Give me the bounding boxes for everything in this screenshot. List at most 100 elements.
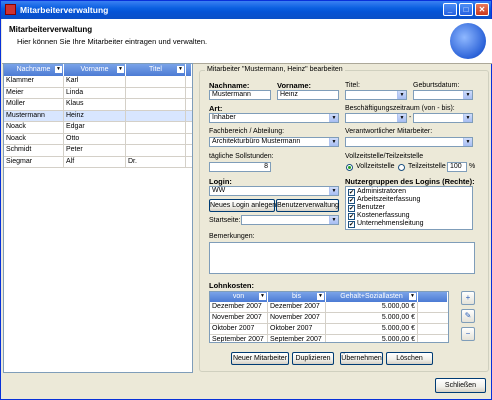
chevron-down-icon: ▼ <box>397 114 406 122</box>
vorname-label: Vorname: <box>277 81 312 90</box>
login-label: Login: <box>209 177 232 186</box>
duplizieren-button[interactable]: Duplizieren <box>292 352 334 365</box>
filter-icon[interactable]: ▼ <box>259 293 266 300</box>
geburtsdatum-field[interactable]: ▼ <box>413 90 473 100</box>
filter-icon[interactable]: ▼ <box>409 293 416 300</box>
chevron-down-icon: ▼ <box>329 114 338 122</box>
art-select[interactable]: Inhaber ▼ <box>209 113 339 123</box>
filter-icon[interactable]: ▼ <box>317 293 324 300</box>
nutzergruppen-label: Nutzergruppen des Logins (Rechte): <box>345 177 475 186</box>
verantwortlich-label: Verantwortlicher Mitarbeiter: <box>345 128 433 135</box>
table-row[interactable]: September 2007 September 2007 5.000,00 € <box>210 335 448 342</box>
teilzeit-option-label: Teilzeitstelle <box>408 163 446 170</box>
geburtsdatum-label: Geburtsdatum: <box>413 82 460 89</box>
window-title: Mitarbeiterverwaltung <box>20 5 109 15</box>
checkbox-arbeitszeiterfassung[interactable]: ✔ <box>348 197 355 204</box>
module-logo-icon <box>450 23 486 59</box>
column-header-gehalt[interactable]: Gehalt+Soziallasten ▼ <box>326 292 418 302</box>
delete-row-icon[interactable]: − <box>461 327 475 341</box>
nutzergruppen-list: ✔ Administratoren ✔ Arbeitszeiterfassung ✔… <box>345 186 473 230</box>
chevron-down-icon: ▼ <box>397 91 406 99</box>
table-row[interactable]: Siegmar Alf Dr. <box>4 156 192 168</box>
table-row[interactable]: Meier Linda <box>4 87 192 99</box>
filter-icon[interactable]: ▼ <box>117 66 124 73</box>
chevron-down-icon: ▼ <box>329 138 338 146</box>
checkbox-kostenerfassung[interactable]: ✔ <box>348 213 355 220</box>
lohn-grid-header: von ▼ bis ▼ Gehalt+Soziallasten ▼ <box>210 292 448 302</box>
chevron-down-icon: ▼ <box>463 114 472 122</box>
neuer-mitarbeiter-button[interactable]: Neuer Mitarbeiter <box>231 352 289 365</box>
lohnkosten-grid: von ▼ bis ▼ Gehalt+Soziallasten ▼ Dezember … <box>209 291 449 343</box>
lohnkosten-label: Lohnkosten: <box>209 281 254 290</box>
title-bar: Mitarbeiterverwaltung _ □ ✕ <box>1 1 491 19</box>
loeschen-button[interactable]: Löschen <box>386 352 433 365</box>
login-select[interactable]: WW ▼ <box>209 186 339 196</box>
table-row[interactable]: Noack Otto <box>4 133 192 145</box>
table-row[interactable]: Klammer Karl <box>4 76 192 88</box>
bemerkungen-textarea[interactable] <box>209 242 475 274</box>
uebernehmen-button[interactable]: Übernehmen <box>340 352 383 365</box>
chevron-down-icon: ▼ <box>329 216 338 224</box>
neues-login-button[interactable]: Neues Login anlegen <box>209 199 276 212</box>
add-row-icon[interactable]: + <box>461 291 475 305</box>
filter-icon[interactable]: ▼ <box>177 66 184 73</box>
sollstunden-label: tägliche Sollstunden: <box>209 153 274 160</box>
percent-label: % <box>469 163 476 170</box>
group-legend: Mitarbeiter "Mustermann, Heinz" bearbeit… <box>205 66 345 73</box>
table-row[interactable]: Noack Edgar <box>4 122 192 134</box>
zeitraum-bis-field[interactable]: ▼ <box>413 113 473 123</box>
filter-icon[interactable]: ▼ <box>55 66 62 73</box>
titel-label: Titel: <box>345 82 360 89</box>
table-row[interactable]: Müller Klaus <box>4 99 192 111</box>
app-icon <box>5 4 16 15</box>
main-window: Mitarbeiterverwaltung _ □ ✕ Mitarbeiterv… <box>0 0 492 400</box>
startseite-label: Startseite: <box>209 217 241 224</box>
column-header-bis[interactable]: bis ▼ <box>268 292 326 302</box>
page-header: Mitarbeiterverwaltung Hier können Sie Ih… <box>2 19 492 64</box>
maximize-button[interactable]: □ <box>459 3 473 16</box>
benutzerverwaltung-button[interactable]: Benutzerverwaltung <box>276 199 339 212</box>
page-subtitle: Hier können Sie Ihre Mitarbeiter eintrag… <box>17 37 208 46</box>
table-row[interactable]: November 2007 November 2007 5.000,00 € <box>210 313 448 324</box>
close-button[interactable]: ✕ <box>475 3 489 16</box>
vorname-field[interactable]: Heinz <box>277 90 339 100</box>
fachbereich-select[interactable]: Architekturbüro Mustermann ▼ <box>209 137 339 147</box>
table-row[interactable]: Oktober 2007 Oktober 2007 5.000,00 € <box>210 324 448 335</box>
zeitraum-von-field[interactable]: ▼ <box>345 113 407 123</box>
table-row[interactable]: Dezember 2007 Dezember 2007 5.000,00 € <box>210 302 448 313</box>
chevron-down-icon: ▼ <box>463 91 472 99</box>
column-header-von[interactable]: von ▼ <box>210 292 268 302</box>
column-header-vorname[interactable]: Vorname ▼ <box>64 64 126 76</box>
checkbox-unternehmensleitung[interactable]: ✔ <box>348 221 355 228</box>
vollzeit-option-label: Vollzeitstelle <box>356 163 395 170</box>
page-title: Mitarbeiterverwaltung <box>9 25 93 34</box>
bemerkungen-label: Bemerkungen: <box>209 233 255 240</box>
nachname-label: Nachname: <box>209 81 250 90</box>
zeitraum-label: Beschäftigungszeitraum (von - bis): <box>345 105 455 112</box>
table-row[interactable]: Schmidt Peter <box>4 145 192 157</box>
chevron-down-icon: ▼ <box>463 138 472 146</box>
nachname-field[interactable]: Mustermann <box>209 90 271 100</box>
vollzeit-label: Vollzeitstelle/Teilzeitstelle <box>345 153 424 160</box>
titel-select[interactable]: ▼ <box>345 90 407 100</box>
art-label: Art: <box>209 104 223 113</box>
vollzeit-radio[interactable] <box>346 164 353 171</box>
checkbox-benutzer[interactable]: ✔ <box>348 205 355 212</box>
startseite-select[interactable]: ▼ <box>241 215 339 225</box>
schliessen-button[interactable]: Schließen <box>435 378 486 393</box>
table-row-selected[interactable]: Mustermann Heinz <box>4 110 192 122</box>
zeitraum-separator: - <box>409 114 412 121</box>
minimize-button[interactable]: _ <box>443 3 457 16</box>
fachbereich-label: Fachbereich / Abteilung: <box>209 128 285 135</box>
employee-grid: Nachname ▼ Vorname ▼ Titel ▼ Klammer Karl Me… <box>3 63 193 373</box>
column-header-titel[interactable]: Titel ▼ <box>126 64 186 76</box>
chevron-down-icon: ▼ <box>329 187 338 195</box>
checkbox-administratoren[interactable]: ✔ <box>348 189 355 196</box>
column-header-nachname[interactable]: Nachname ▼ <box>4 64 64 76</box>
verantwortlich-select[interactable]: ▼ <box>345 137 473 147</box>
sollstunden-field[interactable]: 8 <box>209 162 271 172</box>
edit-row-icon[interactable]: ✎ <box>461 309 475 323</box>
teilzeit-radio[interactable] <box>398 164 405 171</box>
teilzeit-percent-stepper[interactable]: 100 <box>447 162 467 172</box>
grid-header: Nachname ▼ Vorname ▼ Titel ▼ <box>4 64 192 76</box>
